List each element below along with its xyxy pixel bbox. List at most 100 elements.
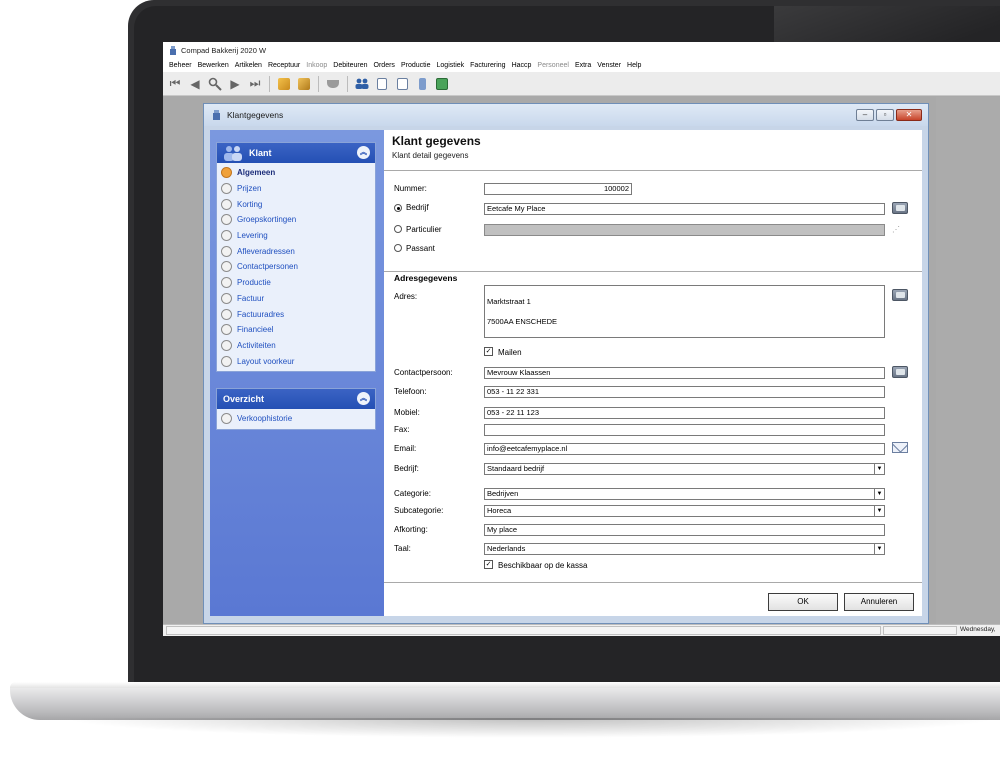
dropdown-arrow-icon[interactable]: ▼: [874, 544, 884, 554]
nav-item-contactpersonen[interactable]: Contactpersonen: [221, 259, 375, 275]
bedrijfsnaam-field[interactable]: Eetcafe My Place: [484, 203, 885, 215]
nummer-field[interactable]: 100002: [484, 183, 632, 195]
content-header: Klant gegevens Klant detail gegevens: [392, 134, 481, 160]
minimize-button[interactable]: –: [856, 109, 874, 121]
menu-haccp[interactable]: Haccp: [509, 62, 535, 69]
nav-item-label: Algemeen: [237, 168, 276, 178]
nav-item-korting[interactable]: Korting: [221, 196, 375, 212]
bedrijf-select-value: Standaard bedrijf: [487, 464, 545, 473]
menu-logistiek[interactable]: Logistiek: [434, 62, 468, 69]
fax-field[interactable]: [484, 424, 885, 436]
nav-item-financieel[interactable]: Financieel: [221, 322, 375, 338]
subcategorie-select[interactable]: Horeca ▼: [484, 505, 885, 517]
radio-icon: [221, 324, 232, 336]
subcategorie-select-value: Horeca: [487, 506, 512, 515]
bedrijf-select[interactable]: Standaard bedrijf ▼: [484, 463, 885, 475]
menu-debiteuren[interactable]: Debiteuren: [330, 62, 370, 69]
menu-bar: Beheer Bewerken Artikelen Receptuur Inko…: [163, 58, 1000, 72]
klantgegevens-dialog: Klantgegevens – ▫ ✕ Klant ︽ Algemeen Pri…: [203, 103, 929, 624]
customers-icon[interactable]: [353, 75, 371, 93]
nav-item-factuur[interactable]: Factuur: [221, 291, 375, 307]
menu-orders[interactable]: Orders: [371, 62, 398, 69]
menu-facturering[interactable]: Facturering: [467, 62, 508, 69]
status-bar: Wednesday,: [163, 624, 1000, 636]
mailen-label: Mailen: [498, 348, 522, 357]
fax-label: Fax:: [394, 425, 410, 434]
contactpersoon-field[interactable]: Mevrouw Klaassen: [484, 367, 885, 379]
email-field[interactable]: info@eetcafemyplace.nl: [484, 443, 885, 455]
address-book-icon[interactable]: [892, 289, 910, 303]
particulier-radio[interactable]: [394, 225, 402, 233]
address-book-icon[interactable]: [892, 202, 910, 216]
mobiel-field[interactable]: 053 - 22 11 123: [484, 407, 885, 419]
nav-item-productie[interactable]: Productie: [221, 275, 375, 291]
nav-item-activiteiten[interactable]: Activiteiten: [221, 338, 375, 354]
collapse-icon[interactable]: ︽: [357, 146, 370, 159]
edit-icon: ⋰: [892, 225, 900, 234]
telefoon-field[interactable]: 053 - 11 22 331: [484, 386, 885, 398]
radio-icon: [221, 230, 232, 242]
next-record-icon[interactable]: ▶: [226, 75, 244, 93]
annuleren-button[interactable]: Annuleren: [844, 593, 914, 611]
stock-icon[interactable]: [295, 75, 313, 93]
basket-icon[interactable]: [324, 75, 342, 93]
nav-header-overzicht[interactable]: Overzicht ︽: [217, 389, 375, 409]
nav-group-klant: Klant ︽ Algemeen Prijzen Korting Groepsk…: [216, 142, 376, 372]
document-icon[interactable]: [373, 75, 391, 93]
categorie-label: Categorie:: [394, 489, 431, 498]
nav-item-verkoophistorie[interactable]: Verkoophistorie: [221, 411, 375, 427]
recipe-icon[interactable]: [413, 75, 431, 93]
collapse-icon[interactable]: ︽: [357, 392, 370, 405]
bedrijf-radio[interactable]: [394, 204, 402, 212]
taal-select[interactable]: Nederlands ▼: [484, 543, 885, 555]
envelope-icon[interactable]: [892, 442, 910, 456]
dropdown-arrow-icon[interactable]: ▼: [874, 464, 884, 474]
nav-header-klant[interactable]: Klant ︽: [217, 143, 375, 163]
close-button[interactable]: ✕: [896, 109, 922, 121]
search-icon[interactable]: [206, 75, 224, 93]
afkorting-field[interactable]: My place: [484, 524, 885, 536]
menu-beheer[interactable]: Beheer: [166, 62, 195, 69]
divider: [384, 271, 922, 272]
restore-button[interactable]: ▫: [876, 109, 894, 121]
nav-item-afleveradressen[interactable]: Afleveradressen: [221, 243, 375, 259]
nav-item-groepskortingen[interactable]: Groepskortingen: [221, 212, 375, 228]
dialog-titlebar[interactable]: Klantgegevens – ▫ ✕: [204, 104, 928, 126]
refresh-icon[interactable]: [275, 75, 293, 93]
nav-item-layout-voorkeur[interactable]: Layout voorkeur: [221, 353, 375, 369]
status-panel: [883, 626, 957, 635]
categorie-select[interactable]: Bedrijven ▼: [484, 488, 885, 500]
menu-extra[interactable]: Extra: [572, 62, 594, 69]
menu-receptuur[interactable]: Receptuur: [265, 62, 303, 69]
dropdown-arrow-icon[interactable]: ▼: [874, 489, 884, 499]
menu-artikelen[interactable]: Artikelen: [232, 62, 265, 69]
ok-button[interactable]: OK: [768, 593, 838, 611]
laptop-shadow: [60, 718, 1000, 738]
section-title-adresgegevens: Adresgegevens: [394, 273, 458, 283]
dropdown-arrow-icon[interactable]: ▼: [874, 506, 884, 516]
address-book-icon[interactable]: [892, 366, 910, 380]
nav-item-algemeen[interactable]: Algemeen: [221, 165, 375, 181]
last-record-icon[interactable]: ⏭: [246, 75, 264, 93]
mailen-checkbox[interactable]: ✓: [484, 347, 493, 356]
menu-bewerken[interactable]: Bewerken: [195, 62, 232, 69]
menu-help[interactable]: Help: [624, 62, 644, 69]
nummer-label: Nummer:: [394, 184, 427, 193]
status-panel: [166, 626, 881, 635]
mobiel-label: Mobiel:: [394, 408, 420, 417]
toolbar-separator: [318, 75, 319, 92]
nav-item-factuuradres[interactable]: Factuuradres: [221, 306, 375, 322]
menu-productie[interactable]: Productie: [398, 62, 434, 69]
menu-venster[interactable]: Venster: [594, 62, 624, 69]
afkorting-label: Afkorting:: [394, 525, 428, 534]
nav-items-overzicht: Verkoophistorie: [217, 409, 375, 429]
passant-radio[interactable]: [394, 244, 402, 252]
first-record-icon[interactable]: ⏮: [166, 75, 184, 93]
previous-record-icon[interactable]: ◀: [186, 75, 204, 93]
kassa-checkbox[interactable]: ✓: [484, 560, 493, 569]
nav-item-prijzen[interactable]: Prijzen: [221, 181, 375, 197]
cash-icon[interactable]: [433, 75, 451, 93]
calendar-icon[interactable]: [393, 75, 411, 93]
adres-field[interactable]: Marktstraat 1 7500AA ENSCHEDE: [484, 285, 885, 338]
nav-item-levering[interactable]: Levering: [221, 228, 375, 244]
